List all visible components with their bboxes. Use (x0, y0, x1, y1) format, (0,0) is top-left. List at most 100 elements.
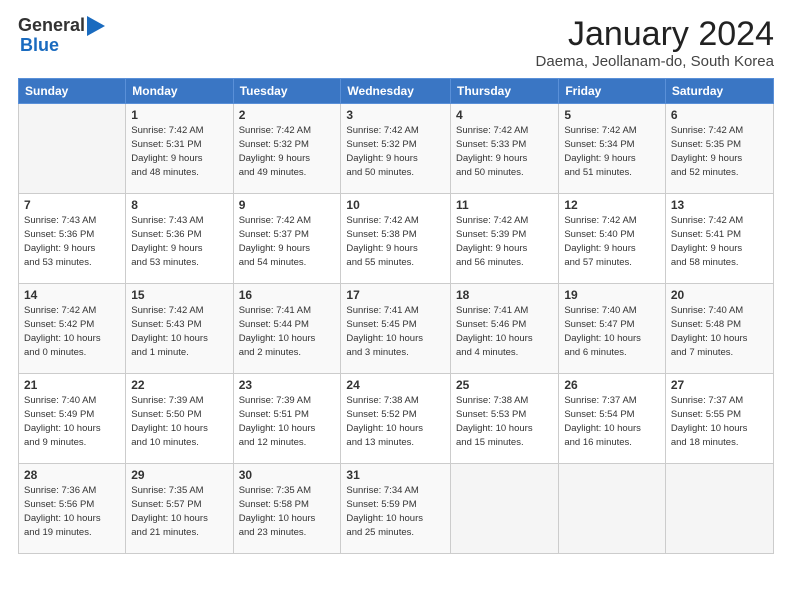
calendar-cell: 28Sunrise: 7:36 AM Sunset: 5:56 PM Dayli… (19, 464, 126, 554)
day-number: 5 (564, 108, 660, 122)
day-number: 26 (564, 378, 660, 392)
weekday-header-thursday: Thursday (451, 79, 559, 104)
calendar-cell: 29 Sunrise: 7:35 AM Sunset: 5:57 PM Dayli… (126, 464, 233, 554)
calendar-cell (451, 464, 559, 554)
day-info: Sunrise: 7:42 AM Sunset: 5:32 PM Dayligh… (239, 124, 336, 179)
logo-triangle-icon (87, 16, 105, 36)
calendar-cell: 10Sunrise: 7:42 AM Sunset: 5:38 PM Dayli… (341, 194, 451, 284)
calendar-cell: 22 Sunrise: 7:39 AM Sunset: 5:50 PM Dayli… (126, 374, 233, 464)
day-number: 14 (24, 288, 120, 302)
calendar-cell: 5 Sunrise: 7:42 AM Sunset: 5:34 PM Daylig… (559, 104, 666, 194)
calendar-cell: 6 Sunrise: 7:42 AM Sunset: 5:35 PM Daylig… (665, 104, 773, 194)
day-number: 27 (671, 378, 768, 392)
calendar-cell: 18Sunrise: 7:41 AM Sunset: 5:46 PM Dayli… (451, 284, 559, 374)
calendar-cell: 23 Sunrise: 7:39 AM Sunset: 5:51 PM Dayli… (233, 374, 341, 464)
day-number: 25 (456, 378, 553, 392)
header: General Blue January 2024 Daema, Jeollan… (18, 16, 774, 70)
calendar-cell: 27 Sunrise: 7:37 AM Sunset: 5:55 PM Dayli… (665, 374, 773, 464)
day-number: 30 (239, 468, 336, 482)
weekday-header-saturday: Saturday (665, 79, 773, 104)
day-number: 16 (239, 288, 336, 302)
day-number: 4 (456, 108, 553, 122)
day-number: 15 (131, 288, 227, 302)
calendar-cell: 16 Sunrise: 7:41 AM Sunset: 5:44 PM Dayli… (233, 284, 341, 374)
calendar-cell: 12 Sunrise: 7:42 AM Sunset: 5:40 PM Dayli… (559, 194, 666, 284)
calendar-cell: 24 Sunrise: 7:38 AM Sunset: 5:52 PM Dayli… (341, 374, 451, 464)
day-info: Sunrise: 7:42 AM Sunset: 5:43 PM Dayligh… (131, 304, 227, 359)
calendar-cell: 3 Sunrise: 7:42 AM Sunset: 5:32 PM Daylig… (341, 104, 451, 194)
page: General Blue January 2024 Daema, Jeollan… (0, 0, 792, 612)
day-number: 7 (24, 198, 120, 212)
day-info: Sunrise: 7:35 AM Sunset: 5:57 PM Dayligh… (131, 484, 227, 539)
day-info: Sunrise: 7:40 AM Sunset: 5:47 PM Dayligh… (564, 304, 660, 359)
day-info: Sunrise: 7:42 AM Sunset: 5:40 PM Dayligh… (564, 214, 660, 269)
title-block: January 2024 Daema, Jeollanam-do, South … (536, 16, 774, 70)
week-row-2: 7 Sunrise: 7:43 AM Sunset: 5:36 PM Daylig… (19, 194, 774, 284)
day-info: Sunrise: 7:36 AM Sunset: 5:56 PM Dayligh… (24, 484, 120, 539)
day-info: Sunrise: 7:42 AM Sunset: 5:35 PM Dayligh… (671, 124, 768, 179)
day-number: 20 (671, 288, 768, 302)
calendar-cell: 30 Sunrise: 7:35 AM Sunset: 5:58 PM Dayli… (233, 464, 341, 554)
day-info: Sunrise: 7:43 AM Sunset: 5:36 PM Dayligh… (24, 214, 120, 269)
day-info: Sunrise: 7:42 AM Sunset: 5:39 PM Dayligh… (456, 214, 553, 269)
calendar-cell: 19 Sunrise: 7:40 AM Sunset: 5:47 PM Dayli… (559, 284, 666, 374)
logo-blue: Blue (20, 36, 105, 56)
day-info: Sunrise: 7:37 AM Sunset: 5:54 PM Dayligh… (564, 394, 660, 449)
calendar-cell: 9Sunrise: 7:42 AM Sunset: 5:37 PM Daylig… (233, 194, 341, 284)
day-info: Sunrise: 7:42 AM Sunset: 5:42 PM Dayligh… (24, 304, 120, 359)
calendar-cell: 11 Sunrise: 7:42 AM Sunset: 5:39 PM Dayli… (451, 194, 559, 284)
weekday-header-monday: Monday (126, 79, 233, 104)
calendar-cell: 20 Sunrise: 7:40 AM Sunset: 5:48 PM Dayli… (665, 284, 773, 374)
day-info: Sunrise: 7:39 AM Sunset: 5:51 PM Dayligh… (239, 394, 336, 449)
day-info: Sunrise: 7:42 AM Sunset: 5:34 PM Dayligh… (564, 124, 660, 179)
week-row-5: 28Sunrise: 7:36 AM Sunset: 5:56 PM Dayli… (19, 464, 774, 554)
day-number: 1 (131, 108, 227, 122)
calendar-cell: 8Sunrise: 7:43 AM Sunset: 5:36 PM Daylig… (126, 194, 233, 284)
calendar-cell: 17Sunrise: 7:41 AM Sunset: 5:45 PM Dayli… (341, 284, 451, 374)
day-info: Sunrise: 7:42 AM Sunset: 5:31 PM Dayligh… (131, 124, 227, 179)
day-info: Sunrise: 7:42 AM Sunset: 5:38 PM Dayligh… (346, 214, 445, 269)
day-info: Sunrise: 7:42 AM Sunset: 5:32 PM Dayligh… (346, 124, 445, 179)
day-number: 19 (564, 288, 660, 302)
day-number: 23 (239, 378, 336, 392)
calendar-table: SundayMondayTuesdayWednesdayThursdayFrid… (18, 78, 774, 554)
calendar-cell: 13 Sunrise: 7:42 AM Sunset: 5:41 PM Dayli… (665, 194, 773, 284)
weekday-header-row: SundayMondayTuesdayWednesdayThursdayFrid… (19, 79, 774, 104)
day-info: Sunrise: 7:40 AM Sunset: 5:48 PM Dayligh… (671, 304, 768, 359)
logo: General Blue (18, 16, 105, 56)
day-number: 13 (671, 198, 768, 212)
day-info: Sunrise: 7:38 AM Sunset: 5:53 PM Dayligh… (456, 394, 553, 449)
day-info: Sunrise: 7:41 AM Sunset: 5:44 PM Dayligh… (239, 304, 336, 359)
week-row-3: 14 Sunrise: 7:42 AM Sunset: 5:42 PM Dayli… (19, 284, 774, 374)
day-number: 12 (564, 198, 660, 212)
calendar-cell: 7 Sunrise: 7:43 AM Sunset: 5:36 PM Daylig… (19, 194, 126, 284)
day-info: Sunrise: 7:37 AM Sunset: 5:55 PM Dayligh… (671, 394, 768, 449)
day-number: 8 (131, 198, 227, 212)
day-number: 3 (346, 108, 445, 122)
calendar-cell (19, 104, 126, 194)
day-number: 31 (346, 468, 445, 482)
day-info: Sunrise: 7:40 AM Sunset: 5:49 PM Dayligh… (24, 394, 120, 449)
location-title: Daema, Jeollanam-do, South Korea (536, 53, 774, 70)
calendar-cell: 14 Sunrise: 7:42 AM Sunset: 5:42 PM Dayli… (19, 284, 126, 374)
day-info: Sunrise: 7:35 AM Sunset: 5:58 PM Dayligh… (239, 484, 336, 539)
weekday-header-tuesday: Tuesday (233, 79, 341, 104)
day-info: Sunrise: 7:34 AM Sunset: 5:59 PM Dayligh… (346, 484, 445, 539)
week-row-1: 1 Sunrise: 7:42 AM Sunset: 5:31 PM Daylig… (19, 104, 774, 194)
day-number: 24 (346, 378, 445, 392)
day-info: Sunrise: 7:42 AM Sunset: 5:33 PM Dayligh… (456, 124, 553, 179)
calendar-cell: 31 Sunrise: 7:34 AM Sunset: 5:59 PM Dayli… (341, 464, 451, 554)
day-number: 21 (24, 378, 120, 392)
calendar-cell: 1 Sunrise: 7:42 AM Sunset: 5:31 PM Daylig… (126, 104, 233, 194)
day-number: 29 (131, 468, 227, 482)
day-info: Sunrise: 7:42 AM Sunset: 5:37 PM Dayligh… (239, 214, 336, 269)
day-info: Sunrise: 7:39 AM Sunset: 5:50 PM Dayligh… (131, 394, 227, 449)
day-number: 22 (131, 378, 227, 392)
calendar-cell: 2Sunrise: 7:42 AM Sunset: 5:32 PM Daylig… (233, 104, 341, 194)
month-title: January 2024 (536, 16, 774, 53)
day-info: Sunrise: 7:42 AM Sunset: 5:41 PM Dayligh… (671, 214, 768, 269)
day-number: 6 (671, 108, 768, 122)
day-info: Sunrise: 7:41 AM Sunset: 5:46 PM Dayligh… (456, 304, 553, 359)
day-number: 11 (456, 198, 553, 212)
day-info: Sunrise: 7:38 AM Sunset: 5:52 PM Dayligh… (346, 394, 445, 449)
